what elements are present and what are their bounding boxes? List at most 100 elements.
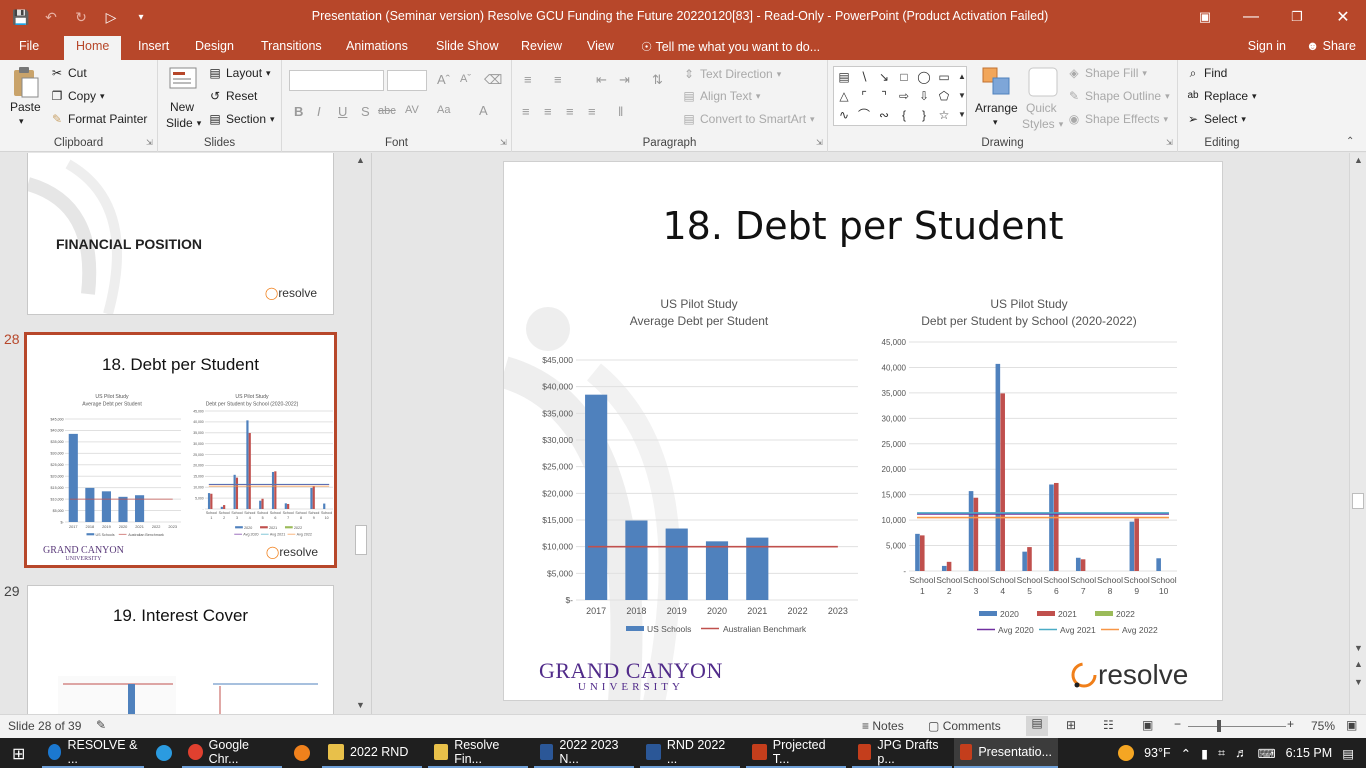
windows-start-icon[interactable]: ⊞ [12,744,25,764]
numbering-icon[interactable]: ≡ [554,72,562,87]
shape-outline-button[interactable]: ✎ Shape Outline ▾ [1067,89,1170,103]
shape-fill-button[interactable]: ◈ Shape Fill ▾ [1067,66,1147,80]
spell-check-icon[interactable]: ✎ [96,718,106,732]
slide-scrollbar[interactable]: ▲ ▼ ▲ ▼ [1349,153,1366,714]
tab-design[interactable]: Design [195,39,234,53]
font-size-combo[interactable] [387,70,427,91]
italic-button[interactable]: I [317,104,321,119]
zoom-level[interactable]: 75% [1311,719,1335,733]
previous-slide-icon[interactable]: ▲ [1354,659,1363,669]
font-name-combo[interactable] [289,70,384,91]
current-slide[interactable]: 18. Debt per Student US Pilot Study Avera… [503,161,1223,701]
shapes-gallery[interactable]: ▤ ∖ ↘ □ ◯ ▭ △ ⌜ ⌝ ⇨ ⇩ ⬠ ∿ ⌒ ∾ { } ☆ ▲ ▼ … [833,66,967,126]
taskbar-item-ie[interactable] [150,738,178,768]
format-painter-button[interactable]: ✎ Format Painter [50,112,147,126]
copy-button[interactable]: ❐ Copy ▾ [50,89,105,103]
thumbnail-slide-29[interactable]: 19. Interest Cover [27,585,334,714]
line-spacing-icon[interactable]: ⇅ [652,72,663,88]
customize-qat-icon[interactable]: ▾ [130,6,152,28]
tab-transitions[interactable]: Transitions [261,39,322,53]
curve-shape-icon[interactable]: ∾ [876,107,892,123]
restore-icon[interactable]: ❐ [1274,0,1320,34]
reading-view-icon[interactable]: ☷ [1103,718,1114,732]
start-from-beginning-icon[interactable]: ▷ [100,6,122,28]
slide-thumbnail-pane[interactable]: FINANCIAL POSITION ◯resolve 28 18. Debt … [0,153,372,714]
minimize-icon[interactable]: — [1228,0,1274,34]
oval-shape-icon[interactable]: ◯ [916,69,932,85]
fit-slide-icon[interactable]: ▣ [1346,718,1357,732]
decrease-font-icon[interactable]: Aˇ [460,73,471,85]
decrease-indent-icon[interactable]: ⇤ [596,72,607,88]
zoom-slider-handle[interactable] [1217,720,1221,732]
ribbon-display-options-icon[interactable]: ▣ [1182,0,1228,34]
tell-me-box[interactable]: ☉ Tell me what you want to do... [641,39,820,54]
zoom-in-icon[interactable]: + [1287,717,1294,731]
tab-file[interactable]: File [19,39,39,53]
next-slide-icon[interactable]: ▼ [1354,677,1363,687]
freeform-shape-icon[interactable]: ∿ [836,107,852,123]
taskbar-item-2022-rnd[interactable]: 2022 RND [322,738,422,768]
left-brace-shape-icon[interactable]: { [896,107,912,123]
battery-icon[interactable]: ▮ [1201,746,1208,761]
star-shape-icon[interactable]: ☆ [936,107,952,123]
rectangle-shape-icon[interactable]: □ [896,69,912,85]
scroll-down-icon[interactable]: ▼ [356,700,365,710]
slide-editing-area[interactable]: 18. Debt per Student US Pilot Study Avera… [373,153,1349,714]
taskbar-item-word-rnd[interactable]: RND 2022 ... [640,738,740,768]
tab-view[interactable]: View [587,39,614,53]
underline-button[interactable]: U [338,104,347,119]
pentagon-shape-icon[interactable]: ⬠ [936,88,952,104]
thumbnail-slide-28[interactable]: 18. Debt per Student US Pilot Study Avera… [24,332,337,568]
character-spacing-button[interactable]: AV [405,104,419,116]
arrow-line-shape-icon[interactable]: ↘ [876,69,892,85]
textbox-shape-icon[interactable]: ▤ [836,69,852,85]
taskbar-item-chrome[interactable]: Google Chr... [182,738,282,768]
font-launcher-icon[interactable]: ⇲ [500,138,507,147]
replace-button[interactable]: ab Replace ▾ [1186,89,1256,103]
increase-indent-icon[interactable]: ⇥ [619,72,630,88]
drawing-launcher-icon[interactable]: ⇲ [1166,138,1173,147]
bold-button[interactable]: B [294,104,303,119]
tab-slide-show[interactable]: Slide Show [436,39,499,53]
thumbnail-slide-27[interactable]: FINANCIAL POSITION ◯resolve [27,153,334,315]
align-right-icon[interactable]: ≡ [566,104,574,119]
quick-styles-label-1[interactable]: Quick [1026,101,1057,115]
main-scroll-up-icon[interactable]: ▲ [1354,155,1363,165]
clipboard-launcher-icon[interactable]: ⇲ [146,138,153,147]
weather-sun-icon[interactable] [1118,745,1135,761]
layout-button[interactable]: ▤ Layout ▾ [208,66,270,80]
paste-button[interactable]: Paste [10,100,41,114]
find-button[interactable]: ⌕ Find [1186,66,1228,80]
paragraph-launcher-icon[interactable]: ⇲ [816,138,823,147]
taskbar-item-presentation[interactable]: Presentatio... [954,738,1058,768]
new-slide-label-1[interactable]: New [170,100,194,114]
justify-icon[interactable]: ≡ [588,104,596,119]
undo-icon[interactable]: ↶ [40,6,62,28]
notifications-icon[interactable]: ▤ [1342,746,1354,761]
cut-button[interactable]: ✂ Cut [50,66,87,80]
section-button[interactable]: ▤ Section ▾ [208,112,274,126]
gallery-more-icon[interactable]: ▼ [954,107,970,123]
taskbar-item-firefox[interactable] [288,738,316,768]
main-scroll-down-icon[interactable]: ▼ [1354,643,1363,653]
columns-icon[interactable]: ‖ [618,104,623,119]
taskbar-item-resolve-fin[interactable]: Resolve Fin... [428,738,528,768]
close-icon[interactable]: ✕ [1320,0,1366,34]
scroll-up-icon[interactable]: ▲ [356,155,365,165]
align-text-button[interactable]: ▤ Align Text ▾ [682,89,760,103]
sign-in-link[interactable]: Sign in [1248,39,1286,53]
shape-effects-button[interactable]: ◉ Shape Effects ▾ [1067,112,1168,126]
connector-shape-icon[interactable]: ⌜ [856,88,872,104]
taskbar-item-jpg-drafts[interactable]: JPG Drafts p... [852,738,952,768]
save-icon[interactable]: 💾 [10,6,32,28]
rounded-rect-shape-icon[interactable]: ▭ [936,69,952,85]
align-left-icon[interactable]: ≡ [522,104,530,119]
new-slide-label-2[interactable]: Slide ▾ [166,116,201,130]
gallery-up-icon[interactable]: ▲ [954,69,970,85]
arrange-button[interactable]: Arrange [975,101,1018,115]
align-center-icon[interactable]: ≡ [544,104,552,119]
normal-view-icon[interactable]: ▤ [1026,716,1048,736]
new-slide-icon[interactable] [167,64,199,94]
chevron-up-icon[interactable]: ⌃ [1181,746,1191,761]
quick-styles-icon[interactable] [1027,66,1059,97]
